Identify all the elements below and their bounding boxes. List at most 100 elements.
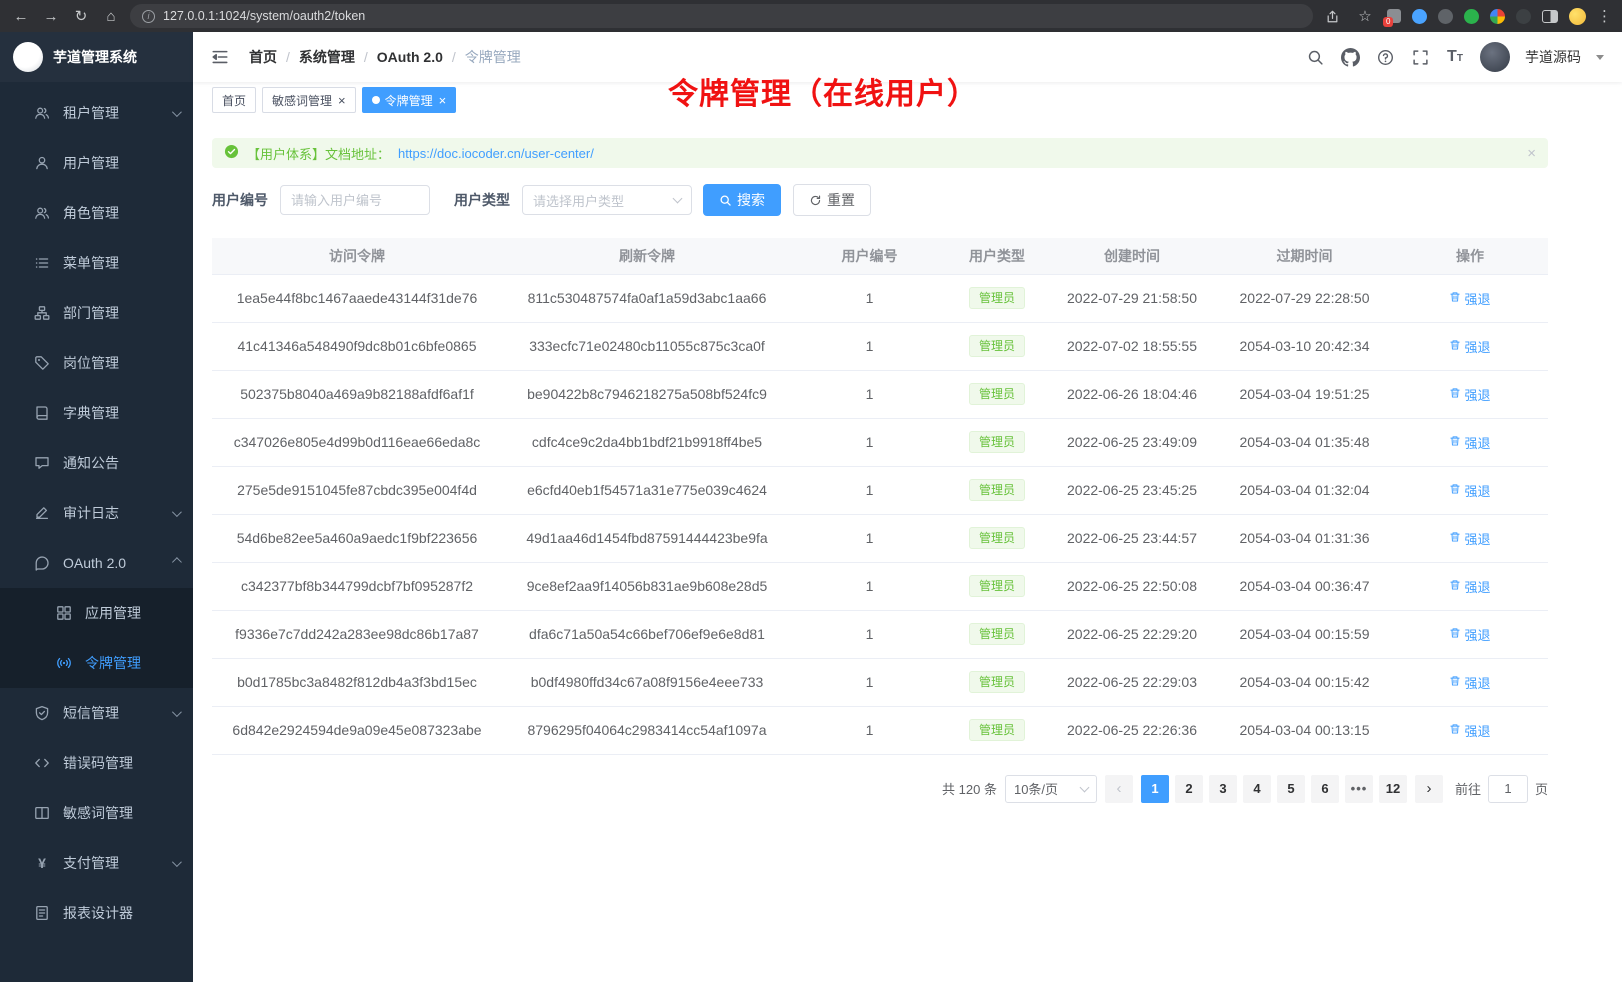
sidebar-item-role[interactable]: 角色管理 [0, 188, 193, 238]
force-logout-button[interactable]: 强退 [1449, 337, 1490, 356]
sidebar-item-notice[interactable]: 通知公告 [0, 438, 193, 488]
cell-refresh-token: cdfc4ce9c2da4bb1bdf21b9918ff4be5 [502, 418, 792, 466]
cell-access-token: 6d842e2924594de9a09e45e087323abe [212, 706, 502, 754]
user-type-select[interactable]: 请选择用户类型 [522, 185, 692, 215]
force-logout-button[interactable]: 强退 [1449, 625, 1490, 644]
force-logout-button[interactable]: 强退 [1449, 529, 1490, 548]
user-type-tag: 管理员 [969, 335, 1025, 357]
page-button-3[interactable]: 3 [1209, 775, 1237, 803]
user-id-input[interactable] [280, 185, 430, 215]
reload-icon[interactable]: ↻ [70, 5, 92, 27]
breadcrumb-item[interactable]: 首页 [249, 47, 277, 67]
tab-1[interactable]: 敏感词管理× [262, 87, 356, 113]
force-logout-button[interactable]: 强退 [1449, 673, 1490, 692]
forward-icon[interactable]: → [40, 5, 62, 27]
force-logout-button[interactable]: 强退 [1449, 433, 1490, 452]
next-page-button[interactable]: › [1415, 775, 1443, 803]
cell-access-token: 1ea5e44f8bc1467aaede43144f31de76 [212, 274, 502, 322]
sidebar-item-post[interactable]: 岗位管理 [0, 338, 193, 388]
sidebar-item-audit-log[interactable]: 审计日志 [0, 488, 193, 538]
table-header-row: 访问令牌刷新令牌用户编号用户类型创建时间过期时间操作 [212, 238, 1548, 274]
prev-page-button[interactable]: ‹ [1105, 775, 1133, 803]
close-icon[interactable]: × [338, 94, 346, 107]
fullscreen-icon[interactable] [1410, 47, 1430, 67]
doc-link[interactable]: https://doc.iocoder.cn/user-center/ [398, 146, 594, 161]
sidebar-item-menu[interactable]: 菜单管理 [0, 238, 193, 288]
browser-actions: ☆ ⋮ [1321, 5, 1612, 27]
browser-profile-avatar[interactable] [1569, 8, 1586, 25]
sidebar-item-sms[interactable]: 短信管理 [0, 688, 193, 738]
reset-button[interactable]: 重置 [793, 184, 871, 216]
cell-user-type: 管理员 [947, 514, 1047, 562]
tab-2[interactable]: 令牌管理× [362, 87, 457, 113]
sidebar-item-dict[interactable]: 字典管理 [0, 388, 193, 438]
cell-action: 强退 [1392, 370, 1548, 418]
force-logout-button[interactable]: 强退 [1449, 577, 1490, 596]
cell-user-type: 管理员 [947, 610, 1047, 658]
sidebar-item-oauth2[interactable]: OAuth 2.0 [0, 538, 193, 588]
home-icon[interactable]: ⌂ [100, 5, 122, 27]
site-info-icon[interactable]: i [142, 10, 155, 23]
chevron-down-icon[interactable] [1596, 55, 1604, 60]
page-button-4[interactable]: 4 [1243, 775, 1271, 803]
share-icon[interactable] [1321, 5, 1343, 27]
user-avatar[interactable] [1480, 42, 1510, 72]
force-logout-button[interactable]: 强退 [1449, 289, 1490, 308]
sidebar-item-tenant[interactable]: 租户管理 [0, 88, 193, 138]
table-row: 54d6be82ee5a460a9aedc1f9bf223656 49d1aa4… [212, 514, 1548, 562]
sidebar-item-dept[interactable]: 部门管理 [0, 288, 193, 338]
extension-badge-icon[interactable] [1387, 9, 1401, 23]
sidebar-item-user[interactable]: 用户管理 [0, 138, 193, 188]
github-icon[interactable] [1340, 47, 1360, 67]
sidebar-item-label: 应用管理 [85, 603, 141, 623]
sidebar: 芋道管理系统 租户管理用户管理角色管理菜单管理部门管理岗位管理字典管理通知公告审… [0, 32, 193, 982]
page-size-select[interactable]: 10条/页 [1005, 775, 1097, 803]
tab-0[interactable]: 首页 [212, 87, 256, 113]
back-icon[interactable]: ← [10, 5, 32, 27]
extension-blue-icon[interactable] [1412, 9, 1427, 24]
page-button-2[interactable]: 2 [1175, 775, 1203, 803]
sidebar-item-label: 用户管理 [63, 153, 119, 173]
extension-paw-icon[interactable] [1516, 9, 1531, 24]
sidebar-item-report-designer[interactable]: 报表设计器 [0, 888, 193, 938]
cell-user-id: 1 [792, 514, 947, 562]
cell-created-time: 2022-06-25 22:29:03 [1047, 658, 1217, 706]
breadcrumb-separator: / [452, 49, 456, 65]
table-row: c347026e805e4d99b0d116eae66eda8c cdfc4ce… [212, 418, 1548, 466]
sidebar-item-sensitive-word[interactable]: 敏感词管理 [0, 788, 193, 838]
search-icon[interactable] [1305, 47, 1325, 67]
sidebar-item-label: 通知公告 [63, 453, 119, 473]
page-button-1[interactable]: 1 [1141, 775, 1169, 803]
extension-green-icon[interactable] [1464, 9, 1479, 24]
sidebar-item-oauth2-token[interactable]: 令牌管理 [0, 638, 193, 688]
close-icon[interactable]: × [1527, 146, 1536, 161]
app-frame: 芋道管理系统 租户管理用户管理角色管理菜单管理部门管理岗位管理字典管理通知公告审… [0, 32, 1622, 982]
sidebar-item-pay[interactable]: ¥支付管理 [0, 838, 193, 888]
extension-pinwheel-icon[interactable] [1490, 9, 1505, 24]
cell-refresh-token: dfa6c71a50a54c66bef706ef9e6e8d81 [502, 610, 792, 658]
browser-menu-icon[interactable]: ⋮ [1597, 7, 1612, 25]
extension-dark-icon[interactable] [1438, 9, 1453, 24]
page-more[interactable]: ••• [1345, 775, 1373, 803]
close-icon[interactable]: × [439, 94, 447, 107]
sidebar-toggle-icon[interactable] [1542, 10, 1558, 23]
address-bar[interactable]: i 127.0.0.1:1024/system/oauth2/token [130, 4, 1313, 28]
goto-page-input[interactable] [1488, 775, 1528, 803]
help-icon[interactable] [1375, 47, 1395, 67]
page-button-5[interactable]: 5 [1277, 775, 1305, 803]
bookmark-star-icon[interactable]: ☆ [1354, 5, 1376, 27]
force-logout-button[interactable]: 强退 [1449, 721, 1490, 740]
user-type-tag: 管理员 [969, 479, 1025, 501]
sidebar-item-oauth2-app[interactable]: 应用管理 [0, 588, 193, 638]
page-button-6[interactable]: 6 [1311, 775, 1339, 803]
breadcrumb-item[interactable]: OAuth 2.0 [377, 49, 443, 65]
breadcrumb-item[interactable]: 系统管理 [299, 47, 355, 67]
force-logout-button[interactable]: 强退 [1449, 481, 1490, 500]
cell-action: 强退 [1392, 274, 1548, 322]
font-size-icon[interactable]: TT [1445, 47, 1465, 67]
search-button[interactable]: 搜索 [703, 184, 781, 216]
sidebar-item-error-code[interactable]: 错误码管理 [0, 738, 193, 788]
page-button-12[interactable]: 12 [1379, 775, 1407, 803]
collapse-sidebar-icon[interactable] [211, 47, 231, 67]
force-logout-button[interactable]: 强退 [1449, 385, 1490, 404]
